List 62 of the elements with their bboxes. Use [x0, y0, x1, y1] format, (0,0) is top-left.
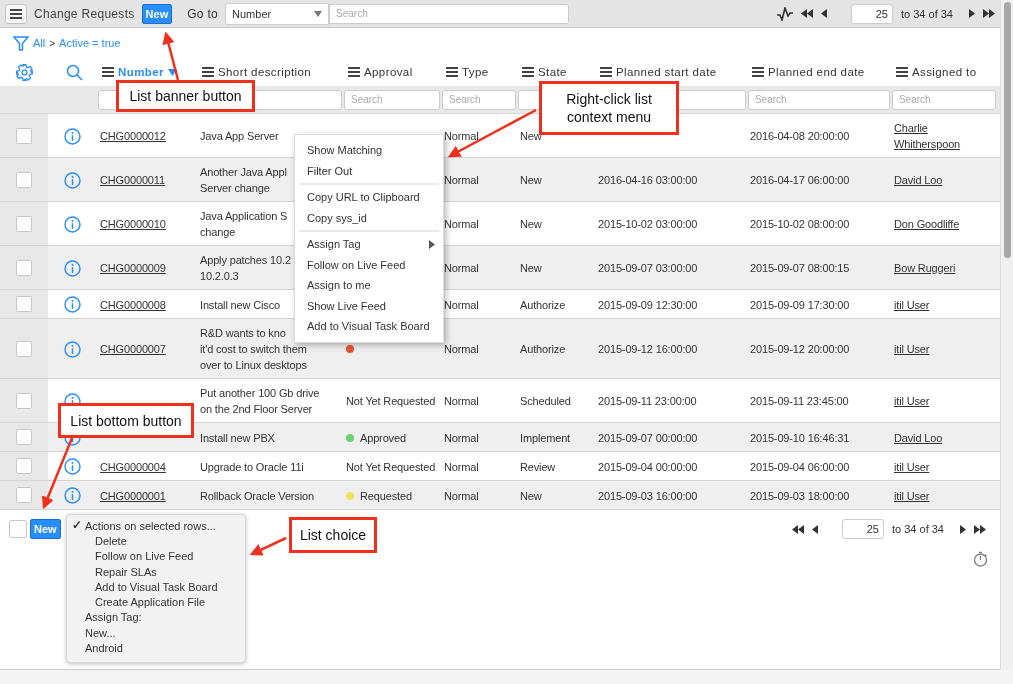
short-description: Install new PBX [200, 430, 275, 446]
type-cell-text: Normal [444, 342, 479, 357]
end-date: 2015-09-03 18:00:00 [750, 488, 850, 504]
short-description: Rollback Oracle Version [200, 488, 314, 504]
start-date: 2015-10-02 03:00:00 [598, 217, 698, 232]
start-date: 2015-09-03 16:00:00 [598, 488, 698, 504]
state-cell-text: Review [520, 459, 556, 475]
state-cell-text: Implement [520, 430, 570, 446]
approval-status: Not Yet Requested [346, 394, 436, 409]
type-cell-text: Normal [444, 217, 479, 232]
end-date: 2015-09-11 23:45:00 [750, 394, 849, 409]
end-date: 2015-09-10 16:46:31 [750, 430, 850, 446]
type-cell-text: Normal [444, 488, 479, 504]
short-description: Java App Server [200, 129, 279, 144]
annotation-tooltip: List banner button [116, 80, 255, 112]
short-description: Put another 100 Gb drive on the 2nd Floor Server [200, 386, 320, 417]
annotation-tooltip: List bottom button [58, 403, 194, 438]
type-cell-text: Normal [444, 297, 479, 313]
approval-status: Not Yet Requested [346, 459, 436, 475]
short-description: Apply patches 10.2 10.2.0.3 [200, 253, 291, 284]
state-cell-text: New [520, 261, 542, 276]
page-range: to 34 of 34 [892, 523, 944, 535]
end-date: 2016-04-08 20:00:00 [750, 129, 850, 144]
type-cell-text: Normal [444, 394, 479, 409]
start-date: 2015-09-12 16:00:00 [598, 342, 698, 357]
end-date: 2016-04-17 06:00:00 [750, 173, 850, 188]
start-date: 2015-09-11 23:00:00 [598, 394, 697, 409]
goto-label: Go to [187, 6, 219, 21]
type-cell-text: Normal [444, 261, 479, 276]
start-date: 2015-09-04 00:00:00 [598, 459, 698, 475]
short-description: Another Java Appl Server change [200, 165, 287, 196]
state-cell-text: New [520, 173, 542, 188]
start-date: 2015-09-07 03:00:00 [598, 261, 698, 276]
short-description: Upgrade to Oracle 11i [200, 459, 304, 475]
state-cell-text: New [520, 129, 542, 144]
type-cell-text: Normal [444, 173, 479, 188]
approval-status: Requested [360, 488, 412, 504]
state-cell-text: Authorize [520, 297, 566, 313]
end-date: 2015-09-04 06:00:00 [750, 459, 850, 475]
short-description: R&D wants to kno it'd cost to switch them over to Linux desktops [200, 326, 307, 373]
page-range: to 34 of 34 [901, 7, 953, 20]
start-date: 2016-04-16 03:00:00 [598, 173, 698, 188]
state-cell-text: New [520, 488, 542, 504]
start-date: 2015-09-09 12:30:00 [598, 297, 698, 313]
short-description: Install new Cisco [200, 297, 280, 313]
short-description: Java Application S change [200, 209, 288, 240]
state-cell-text: Scheduled [520, 394, 571, 409]
breadcrumb-separator: > [49, 37, 56, 49]
state-cell-text: New [520, 217, 542, 232]
end-date: 2015-10-02 08:00:00 [750, 217, 850, 232]
type-cell-text: Normal [444, 430, 479, 446]
type-cell-text: Normal [444, 459, 479, 475]
annotation-tooltip: Right-click list context menu [539, 81, 679, 135]
end-date: 2015-09-12 20:00:00 [750, 342, 850, 357]
end-date: 2015-09-09 17:30:00 [750, 297, 850, 313]
end-date: 2015-09-07 08:00:15 [750, 261, 850, 276]
approval-status: Approved [360, 430, 406, 446]
annotation-tooltip: List choice [289, 517, 377, 553]
type-cell-text: Normal [444, 129, 479, 144]
state-cell-text: Authorize [520, 342, 566, 357]
list-title: Change Requests [34, 6, 135, 21]
start-date: 2015-09-07 00:00:00 [598, 430, 698, 446]
